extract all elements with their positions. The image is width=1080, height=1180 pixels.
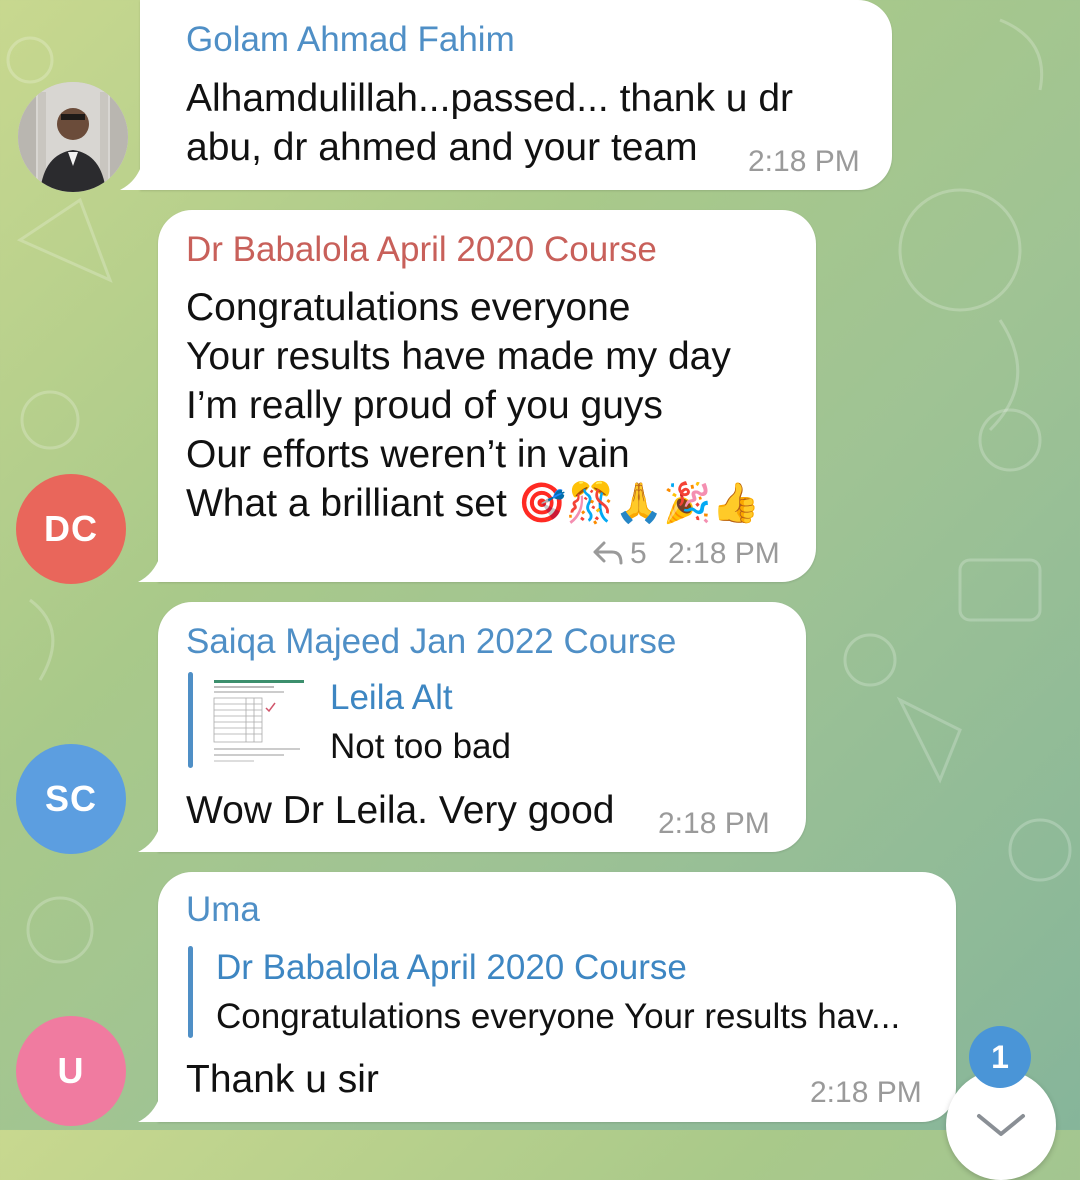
reply-snippet: Not too bad (330, 727, 511, 766)
avatar-initials[interactable]: DC (16, 474, 126, 584)
message-bubble[interactable]: Saiqa Majeed Jan 2022 Course Leila Alt N… (138, 602, 806, 852)
message-time: 2:18 PM (810, 1076, 922, 1109)
message-text: Thank u sir (186, 1058, 379, 1101)
sender-name[interactable]: Uma (186, 890, 260, 930)
avatar-photo[interactable] (18, 82, 128, 192)
sender-name[interactable]: Dr Babalola April 2020 Course (186, 230, 657, 270)
unread-count-badge[interactable]: 1 (969, 1026, 1031, 1088)
bubble-tail (138, 1096, 160, 1122)
reply-quote-bar (188, 672, 193, 768)
bubble-tail (138, 556, 160, 582)
reply-author[interactable]: Leila Alt (330, 678, 453, 718)
spreadsheet-thumbnail[interactable] (210, 674, 306, 766)
message-time: 2:18 PM (748, 145, 860, 178)
avatar-initials[interactable]: U (16, 1016, 126, 1126)
bubble-tail (138, 826, 160, 852)
chevron-down-icon (977, 1114, 1025, 1136)
reply-author[interactable]: Dr Babalola April 2020 Course (216, 948, 687, 988)
reply-snippet: Congratulations everyone Your results ha… (216, 997, 901, 1036)
message-bubble[interactable]: Dr Babalola April 2020 Course Congratula… (138, 210, 816, 582)
reply-quote-bar (188, 946, 193, 1038)
profile-photo-image (18, 82, 128, 192)
message-text: Alhamdulillah...passed... thank u dr abu… (186, 77, 794, 169)
message-bubble[interactable]: Golam Ahmad Fahim Alhamdulillah...passed… (120, 0, 892, 190)
message-text: Congratulations everyone Your results ha… (186, 286, 761, 525)
sender-name[interactable]: Golam Ahmad Fahim (186, 20, 515, 60)
message-time: 2:18 PM (658, 807, 770, 840)
message-text: Wow Dr Leila. Very good (186, 789, 615, 832)
reply-arrow-icon (593, 541, 623, 565)
bubble-tail (120, 164, 142, 190)
sender-name[interactable]: Saiqa Majeed Jan 2022 Course (186, 622, 676, 662)
forward-count: 5 (630, 537, 647, 570)
message-bubble[interactable]: Uma Dr Babalola April 2020 Course Congra… (138, 872, 956, 1122)
message-time: 2:18 PM (668, 537, 780, 570)
avatar-initials[interactable]: SC (16, 744, 126, 854)
